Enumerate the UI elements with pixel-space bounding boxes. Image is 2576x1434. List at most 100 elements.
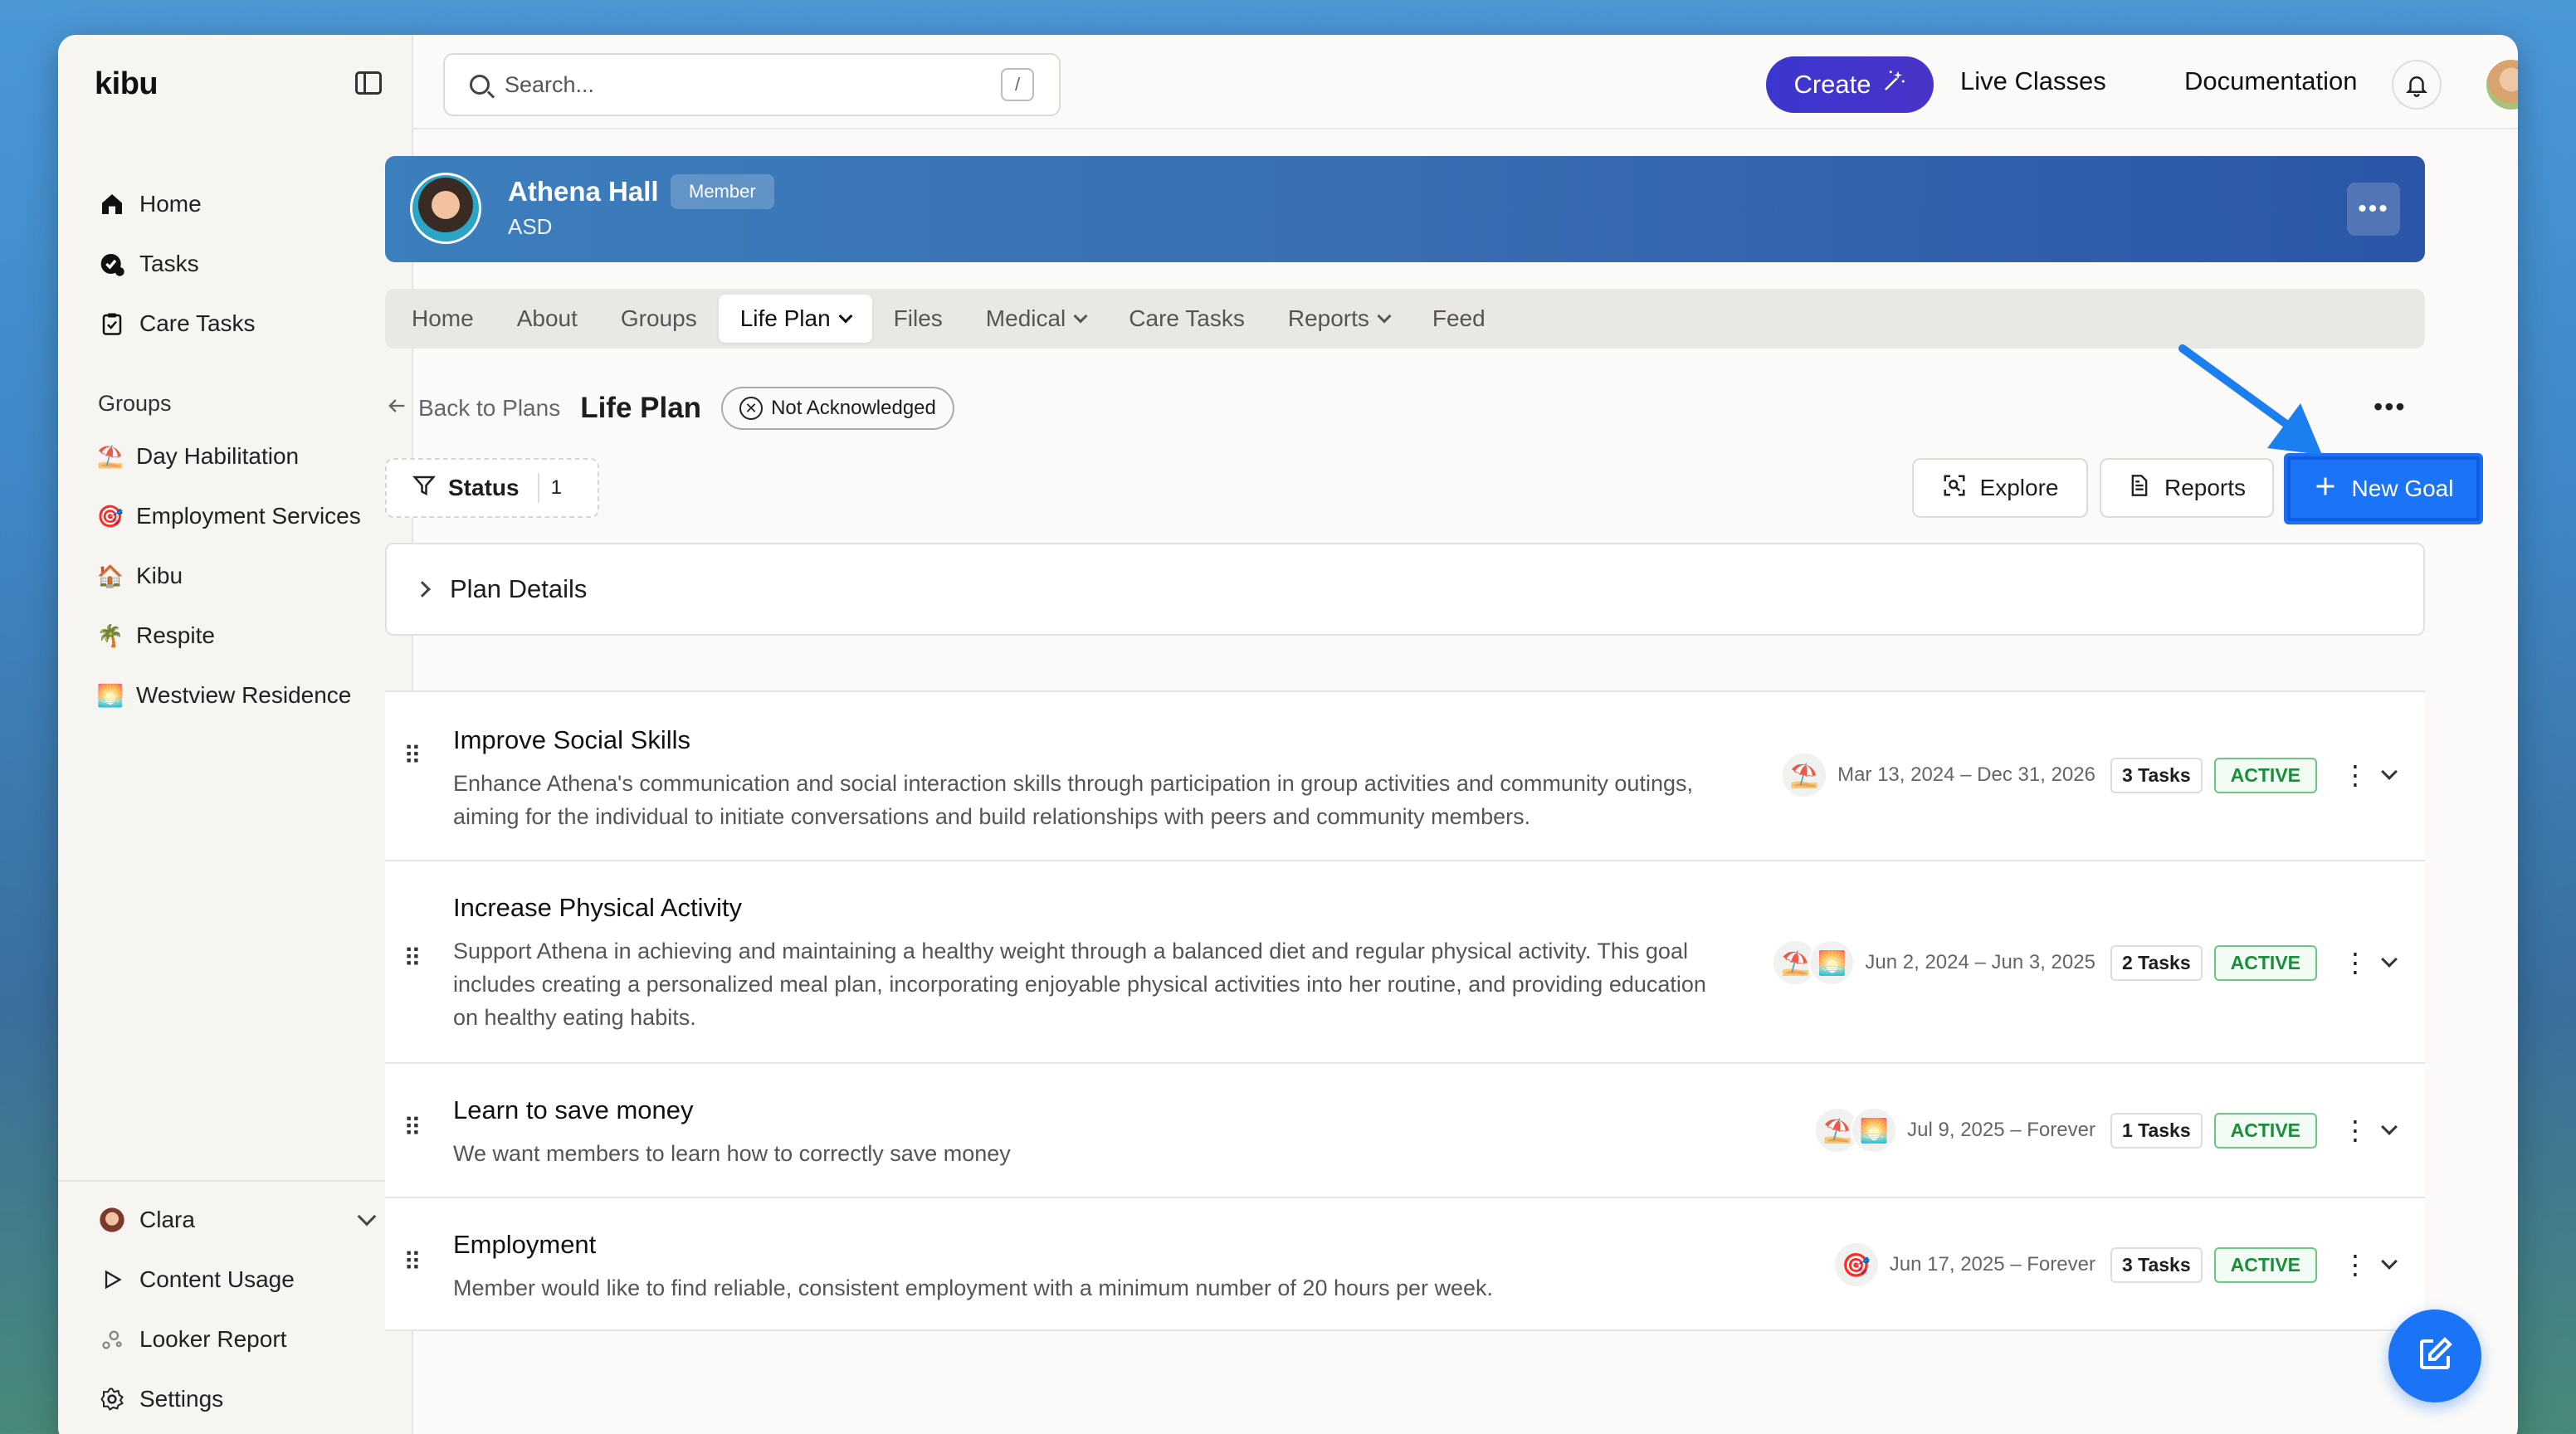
chevron-down-icon[interactable] bbox=[2381, 951, 2398, 968]
chevron-down-icon[interactable] bbox=[2381, 763, 2398, 780]
plan-details-accordion[interactable]: Plan Details bbox=[385, 543, 2425, 636]
create-button[interactable]: Create bbox=[1766, 56, 1934, 113]
goal-title: Improve Social Skills bbox=[453, 725, 690, 754]
sidebar-item-label: Content Usage bbox=[139, 1266, 295, 1292]
acknowledgement-label: Not Acknowledged bbox=[771, 397, 936, 419]
goal-title: Increase Physical Activity bbox=[453, 893, 743, 922]
goal-row[interactable]: ⠿ Employment Member would like to find r… bbox=[385, 1198, 2425, 1331]
sidebar-toggle-icon[interactable] bbox=[355, 71, 382, 95]
tab-label: Groups bbox=[620, 305, 697, 331]
member-role-badge: Member bbox=[671, 174, 774, 209]
back-to-plans-link[interactable]: Back to Plans bbox=[385, 394, 560, 423]
user-menu[interactable]: Clara bbox=[91, 1190, 398, 1250]
tab-about[interactable]: About bbox=[495, 295, 599, 343]
magic-wand-icon bbox=[1881, 69, 1906, 100]
chevron-down-icon bbox=[838, 309, 853, 324]
app-logo[interactable]: kibu bbox=[95, 66, 159, 102]
play-icon bbox=[98, 1266, 126, 1294]
goal-more-icon[interactable]: ⋮ bbox=[2342, 949, 2369, 976]
sidebar-item-settings[interactable]: Settings bbox=[91, 1369, 398, 1429]
chevron-down-icon[interactable] bbox=[2381, 1119, 2398, 1135]
plan-more-icon[interactable]: ••• bbox=[2374, 392, 2407, 422]
sidebar-item-label: Westview Residence bbox=[136, 682, 352, 708]
search-input[interactable]: Search... / bbox=[443, 53, 1061, 116]
goal-more-icon[interactable]: ⋮ bbox=[2342, 1251, 2369, 1278]
goal-tasks-count[interactable]: 2 Tasks bbox=[2110, 944, 2203, 981]
top-bar: Search... / Create Live Classes Document… bbox=[413, 35, 2518, 129]
tab-files[interactable]: Files bbox=[872, 295, 964, 343]
chevron-down-icon[interactable] bbox=[2381, 1253, 2398, 1270]
sidebar-group-day-habilitation[interactable]: ⛱️ Day Habilitation bbox=[91, 427, 398, 486]
goal-tasks-count[interactable]: 3 Tasks bbox=[2110, 1246, 2203, 1283]
goal-description: Support Athena in achieving and maintain… bbox=[453, 939, 1706, 1030]
notifications-bell-icon[interactable] bbox=[2392, 60, 2442, 110]
sidebar-item-label: Home bbox=[139, 191, 202, 217]
goal-row[interactable]: ⠿ Increase Physical Activity Support Ath… bbox=[385, 861, 2425, 1064]
tab-label: Home bbox=[412, 305, 474, 331]
search-placeholder: Search... bbox=[505, 71, 595, 97]
profile-tabs: Home About Groups Life Plan Files Medica… bbox=[385, 289, 2425, 349]
document-icon bbox=[2128, 473, 2151, 504]
tab-label: About bbox=[516, 305, 578, 331]
palm-tree-icon: 🌴 bbox=[96, 622, 124, 648]
chart-icon bbox=[98, 1325, 126, 1354]
tab-reports[interactable]: Reports bbox=[1266, 295, 1411, 343]
goal-meta: ⛱️ 🌅 Jul 9, 2025 – Forever 1 Tasks ACTIV… bbox=[1814, 1105, 2425, 1155]
create-button-label: Create bbox=[1793, 70, 1871, 99]
filter-icon bbox=[412, 473, 437, 504]
tab-label: Life Plan bbox=[739, 305, 831, 331]
tab-feed[interactable]: Feed bbox=[1411, 295, 1507, 343]
sidebar-item-home[interactable]: Home bbox=[91, 174, 398, 234]
sidebar-item-looker-report[interactable]: Looker Report bbox=[91, 1310, 398, 1369]
tab-groups[interactable]: Groups bbox=[599, 295, 719, 343]
x-circle-icon: ✕ bbox=[739, 397, 764, 420]
sidebar-item-label: Respite bbox=[136, 622, 215, 648]
drag-handle-icon[interactable]: ⠿ bbox=[403, 947, 422, 972]
profile-more-button[interactable]: ••• bbox=[2347, 183, 2400, 236]
sidebar-item-content-usage[interactable]: Content Usage bbox=[91, 1250, 398, 1310]
drag-handle-icon[interactable]: ⠿ bbox=[403, 744, 422, 769]
sidebar-item-label: Settings bbox=[139, 1386, 224, 1412]
goal-description: Member would like to find reliable, cons… bbox=[453, 1275, 1494, 1300]
acknowledgement-badge[interactable]: ✕ Not Acknowledged bbox=[721, 387, 954, 430]
tab-life-plan[interactable]: Life Plan bbox=[718, 295, 872, 343]
sidebar-group-westview-residence[interactable]: 🌅 Westview Residence bbox=[91, 666, 398, 725]
sidebar-group-kibu[interactable]: 🏠 Kibu bbox=[91, 546, 398, 606]
goal-row[interactable]: ⠿ Improve Social Skills Enhance Athena's… bbox=[385, 692, 2425, 861]
explore-button[interactable]: Explore bbox=[1912, 458, 2088, 518]
sidebar-footer: Clara Content Usage Looker Report Settin… bbox=[58, 1180, 412, 1434]
sidebar-item-care-tasks[interactable]: Care Tasks bbox=[91, 294, 398, 354]
profile-avatar[interactable] bbox=[2485, 58, 2518, 111]
sidebar-item-label: Employment Services bbox=[136, 503, 361, 529]
sidebar-group-employment-services[interactable]: 🎯 Employment Services bbox=[91, 486, 398, 546]
goal-title: Learn to save money bbox=[453, 1095, 694, 1124]
compose-fab-button[interactable] bbox=[2388, 1310, 2481, 1402]
goal-tasks-count[interactable]: 1 Tasks bbox=[2110, 1112, 2203, 1149]
reports-label: Reports bbox=[2164, 475, 2247, 500]
status-badge: ACTIVE bbox=[2213, 1246, 2317, 1283]
drag-handle-icon[interactable]: ⠿ bbox=[403, 1116, 422, 1141]
sidebar-item-label: Care Tasks bbox=[139, 310, 256, 336]
sidebar-item-tasks[interactable]: Tasks bbox=[91, 234, 398, 294]
target-icon: 🎯 bbox=[96, 503, 124, 529]
goal-tasks-count[interactable]: 3 Tasks bbox=[2110, 757, 2203, 793]
home-icon bbox=[98, 190, 126, 218]
goal-more-icon[interactable]: ⋮ bbox=[2342, 762, 2369, 788]
tab-home[interactable]: Home bbox=[390, 295, 495, 343]
drag-handle-icon[interactable]: ⠿ bbox=[403, 1251, 422, 1275]
goal-more-icon[interactable]: ⋮ bbox=[2342, 1117, 2369, 1144]
sidebar-bottom-nav: Clara Content Usage Looker Report Settin… bbox=[91, 1190, 398, 1429]
new-goal-label: New Goal bbox=[2351, 476, 2454, 501]
goal-meta: 🎯 Jun 17, 2025 – Forever 3 Tasks ACTIVE … bbox=[1832, 1240, 2425, 1290]
goal-groups: ⛱️ bbox=[1781, 752, 1828, 798]
sidebar-group-respite[interactable]: 🌴 Respite bbox=[91, 606, 398, 666]
goal-row[interactable]: ⠿ Learn to save money We want members to… bbox=[385, 1064, 2425, 1198]
search-icon bbox=[470, 75, 490, 95]
documentation-link[interactable]: Documentation bbox=[2184, 66, 2358, 96]
goal-dates: Jun 17, 2025 – Forever bbox=[1889, 1253, 2095, 1275]
live-classes-link[interactable]: Live Classes bbox=[1960, 66, 2106, 96]
status-filter-button[interactable]: Status 1 bbox=[385, 458, 599, 518]
gear-icon bbox=[98, 1385, 126, 1413]
tab-care-tasks[interactable]: Care Tasks bbox=[1107, 295, 1266, 343]
tab-medical[interactable]: Medical bbox=[964, 295, 1107, 343]
